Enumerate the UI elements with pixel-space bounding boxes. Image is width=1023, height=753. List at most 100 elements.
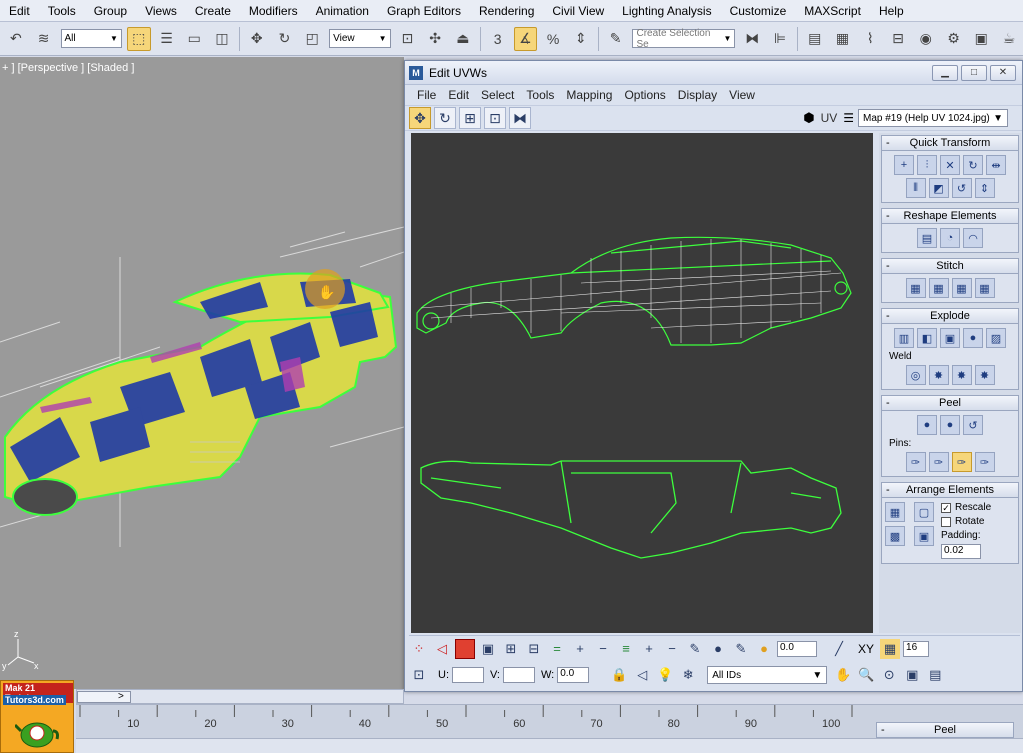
edit-named-selection-icon[interactable]: ✎ (604, 27, 628, 51)
scale-icon[interactable]: ◰ (300, 27, 324, 51)
space-vertical-icon[interactable]: ⇕ (974, 178, 995, 198)
vertex-mode-icon[interactable]: ⁘ (409, 639, 429, 659)
menu-item-create[interactable]: Create (186, 0, 240, 22)
peel-header-secondary[interactable]: Peel (877, 723, 1013, 738)
layer-manager-icon[interactable]: ▤ (803, 27, 827, 51)
uvw-menu-tools[interactable]: Tools (520, 88, 560, 102)
menu-item-tools[interactable]: Tools (39, 0, 85, 22)
set-pivot-icon[interactable]: + (894, 155, 914, 175)
uvw-menu-select[interactable]: Select (475, 88, 520, 102)
pin-selected-icon[interactable]: ✑ (905, 452, 926, 472)
ribbon-icon[interactable]: ▦ (831, 27, 855, 51)
peel-header[interactable]: Peel (882, 396, 1018, 411)
window-crossing-icon[interactable]: ◫ (210, 27, 234, 51)
stitch-target-icon[interactable]: ▦ (928, 278, 949, 298)
flatten-by-smoothing-icon[interactable]: ● (963, 328, 983, 348)
rescale-elements-icon[interactable]: ▣ (914, 526, 934, 546)
align-horizontal-icon[interactable]: ⫶ (917, 155, 937, 175)
edge-mode-icon[interactable]: ◁ (432, 639, 452, 659)
uvw-menu-mapping[interactable]: Mapping (560, 88, 618, 102)
menu-item-customize[interactable]: Customize (721, 0, 796, 22)
spinner-snap-icon[interactable]: ⇕ (569, 27, 593, 51)
paint-select-icon[interactable]: ✎ (685, 639, 705, 659)
mirror-icon[interactable]: ⧓ (740, 27, 764, 51)
menu-item-lighting-analysis[interactable]: Lighting Analysis (613, 0, 720, 22)
show-icon[interactable]: 💡 (655, 665, 675, 685)
stitch-custom-icon[interactable]: ▦ (905, 278, 926, 298)
weld-selected-icon[interactable]: ✸ (928, 365, 949, 385)
padding-input[interactable]: 0.02 (941, 544, 981, 559)
weld-all-selected-icon[interactable]: ✸ (951, 365, 972, 385)
minus-icon[interactable]: − (593, 639, 613, 659)
uvw-menu-view[interactable]: View (723, 88, 761, 102)
quick-peel-icon[interactable]: ● (917, 415, 937, 435)
target-weld-icon[interactable]: ◎ (905, 365, 926, 385)
pan-icon[interactable]: ✋ (833, 665, 853, 685)
close-icon[interactable]: ✕ (990, 64, 1016, 81)
rotate-icon[interactable]: ↻ (434, 107, 456, 129)
uv-editor-canvas[interactable] (411, 133, 873, 633)
stitch-header[interactable]: Stitch (882, 259, 1018, 274)
material-ids-dropdown[interactable]: All IDs ▼ (707, 666, 828, 684)
map-selector-dropdown[interactable]: Map #19 (Help UV 1024.jpg) ▼ (858, 109, 1008, 127)
soft-select-value-input[interactable]: 0.0 (777, 640, 817, 657)
move-icon[interactable]: ✥ (409, 107, 431, 129)
curve-editor-icon[interactable]: ⌇ (858, 27, 882, 51)
quick-transform-header[interactable]: Quick Transform (882, 136, 1018, 151)
loop-icon[interactable]: = (547, 639, 567, 659)
keyboard-shortcut-icon[interactable]: ⏏ (451, 27, 475, 51)
plus-icon[interactable]: + (570, 639, 590, 659)
percent-snap-icon[interactable]: % (541, 27, 565, 51)
w-input[interactable]: 0.0 (557, 667, 590, 683)
auto-pin-moved-icon[interactable]: ✑ (951, 452, 972, 472)
align-vertical-icon[interactable]: ⫴ (905, 178, 926, 198)
grow-selection-icon[interactable]: ⊞ (501, 639, 521, 659)
menu-item-modifiers[interactable]: Modifiers (240, 0, 307, 22)
detach-icon[interactable]: ◧ (917, 328, 937, 348)
grid-snap-icon[interactable]: ▦ (880, 638, 901, 659)
stitch-source-icon[interactable]: ▦ (974, 278, 995, 298)
menu-item-animation[interactable]: Animation (307, 0, 378, 22)
paint-shrink-icon[interactable]: ✎ (731, 639, 751, 659)
face-mode-icon[interactable] (455, 638, 475, 659)
zoom-region-icon[interactable]: ⊙ (879, 665, 899, 685)
rotate-icon[interactable]: ↻ (273, 27, 297, 51)
schematic-view-icon[interactable]: ⊟ (886, 27, 910, 51)
render-setup-icon[interactable]: ⚙ (942, 27, 966, 51)
mirror-icon[interactable]: ⧓ (509, 107, 531, 129)
v-input[interactable] (503, 667, 535, 683)
lock-icon[interactable]: 🔒 (609, 665, 629, 685)
rendered-frame-icon[interactable]: ▣ (969, 27, 993, 51)
zoom-extents-icon[interactable]: ▣ (902, 665, 922, 685)
select-manipulate-icon[interactable]: ✣ (423, 27, 447, 51)
relax-icon[interactable]: ◔ (940, 228, 960, 248)
absolute-offset-icon[interactable]: ⊡ (409, 665, 429, 685)
pack-together-icon[interactable]: ▢ (914, 502, 934, 522)
undo-icon[interactable]: ↶ (4, 27, 28, 51)
menu-item-help[interactable]: Help (870, 0, 913, 22)
pack-custom-icon[interactable]: ▩ (885, 526, 905, 546)
maximize-icon[interactable]: □ (961, 64, 987, 81)
angle-snap-icon[interactable]: ∡ (513, 26, 538, 51)
ring-icon[interactable]: ≡ (616, 639, 636, 659)
viewport-label[interactable]: + ] [Perspective ] [Shaded ] (2, 62, 134, 74)
menu-item-edit[interactable]: Edit (0, 0, 39, 22)
paint-grow-icon[interactable]: ● (708, 639, 728, 659)
freeform-icon[interactable]: ⊡ (484, 107, 506, 129)
unpin-selected-icon[interactable]: ✑ (928, 452, 949, 472)
u-input[interactable] (452, 667, 484, 683)
selection-filter-dropdown[interactable]: All ▼ (60, 29, 122, 48)
straighten-selection-icon[interactable]: ▤ (917, 228, 937, 248)
uvw-titlebar[interactable]: M Edit UVWs ▁ □ ✕ (405, 61, 1022, 85)
named-selection-dropdown[interactable]: Create Selection Se ▼ (632, 28, 736, 50)
freeze-icon[interactable]: ❄ (678, 665, 698, 685)
select-object-icon[interactable]: ⬚ (126, 26, 151, 51)
falloff-icon[interactable]: ╱ (829, 639, 849, 659)
minimize-icon[interactable]: ▁ (932, 64, 958, 81)
material-editor-icon[interactable]: ◉ (914, 27, 938, 51)
timeline-thumb[interactable]: > (77, 691, 131, 703)
flatten-icon[interactable]: ▣ (940, 328, 960, 348)
list-icon[interactable]: ☰ (843, 111, 854, 125)
break-icon[interactable]: ▥ (894, 328, 914, 348)
relax-settings-icon[interactable]: ◠ (963, 228, 983, 248)
